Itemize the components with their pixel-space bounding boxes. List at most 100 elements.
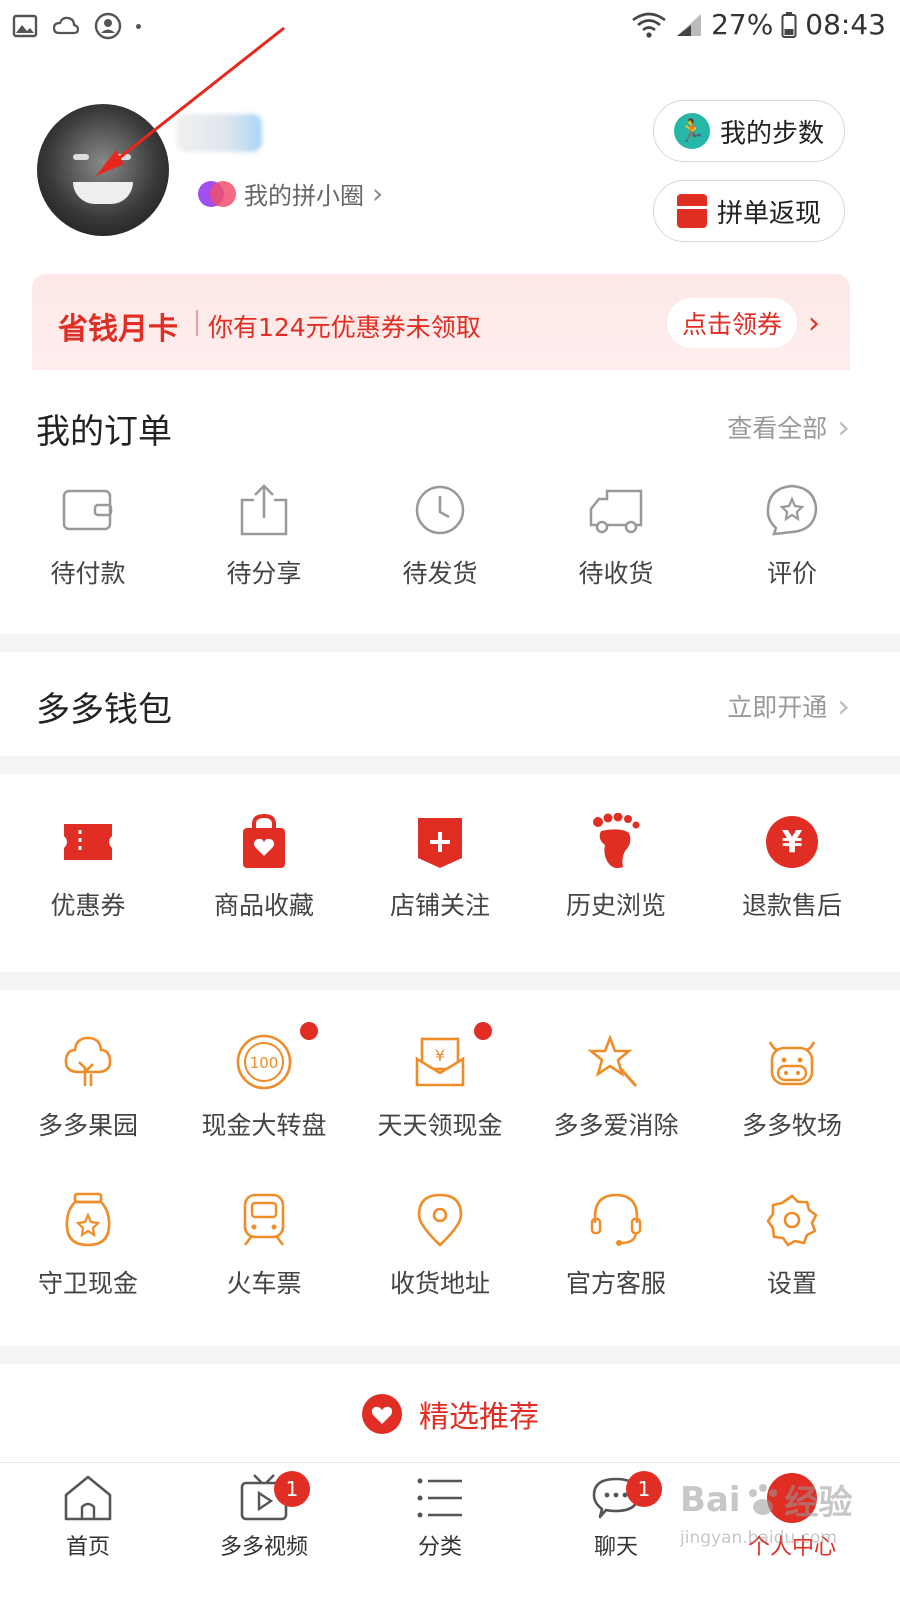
clock-icon bbox=[408, 478, 472, 542]
my-steps-label: 我的步数 bbox=[719, 118, 824, 149]
cashback-button[interactable]: 拼单返现 bbox=[653, 180, 845, 242]
gear-icon bbox=[760, 1188, 824, 1252]
avatar-eye bbox=[115, 154, 131, 160]
order-pending-payment[interactable]: 待付款 bbox=[0, 478, 176, 590]
red-envelope-icon bbox=[676, 194, 707, 228]
watermark-url: jingyan.baidu.com bbox=[680, 1528, 837, 1548]
banner-title: 省钱月卡 bbox=[58, 312, 178, 347]
daily-cash-entry[interactable]: ¥ 天天领现金 bbox=[352, 1022, 528, 1142]
cash-jar-icon bbox=[56, 1188, 120, 1252]
feature-label: 多多果园 bbox=[37, 1111, 138, 1140]
tab-home[interactable]: 首页 bbox=[18, 1473, 158, 1561]
service-label: 退款售后 bbox=[741, 891, 842, 920]
order-item-label: 待收货 bbox=[578, 559, 654, 588]
feature-label: 多多爱消除 bbox=[553, 1111, 679, 1140]
favorites-entry[interactable]: 商品收藏 bbox=[176, 810, 352, 922]
my-circle-label: 我的拼小圈 bbox=[244, 182, 364, 210]
headset-icon bbox=[584, 1188, 648, 1252]
avatar[interactable] bbox=[37, 104, 169, 236]
order-item-label: 待发货 bbox=[402, 559, 478, 588]
feature-label: 天天领现金 bbox=[377, 1111, 503, 1140]
activate-label: 立即开通 bbox=[727, 693, 828, 722]
battery-icon bbox=[781, 11, 797, 38]
heart-badge-icon bbox=[362, 1394, 402, 1434]
history-entry[interactable]: 历史浏览 bbox=[528, 810, 704, 922]
avatar-eye bbox=[73, 154, 89, 160]
guard-cash-entry[interactable]: 守卫现金 bbox=[0, 1188, 176, 1300]
gallery-icon bbox=[12, 14, 38, 38]
order-pending-share[interactable]: 待分享 bbox=[176, 478, 352, 590]
claim-coupon-button[interactable]: 点击领券 bbox=[667, 298, 797, 348]
circle-logo-icon bbox=[198, 180, 236, 207]
order-review[interactable]: 评价 bbox=[704, 478, 880, 590]
chevron-right-icon[interactable]: › bbox=[808, 306, 820, 341]
signal-icon bbox=[677, 13, 702, 36]
followed-shops-entry[interactable]: 店铺关注 bbox=[352, 810, 528, 922]
chevron-right-icon: › bbox=[372, 177, 384, 210]
baidu-watermark: Bai 经验 jingyan.baidu.com bbox=[680, 1475, 890, 1585]
coupon-ticket-icon bbox=[56, 810, 120, 874]
tab-category[interactable]: 分类 bbox=[370, 1473, 510, 1561]
username-blurred bbox=[176, 114, 262, 152]
home-icon bbox=[64, 1475, 112, 1521]
avatar-smile bbox=[73, 182, 133, 204]
orchard-entry[interactable]: 多多果园 bbox=[0, 1030, 176, 1142]
order-pending-shipment[interactable]: 待发货 bbox=[352, 478, 528, 590]
service-label: 优惠券 bbox=[50, 891, 126, 920]
shipping-address-entry[interactable]: 收货地址 bbox=[352, 1188, 528, 1300]
shop-plus-icon bbox=[408, 810, 472, 874]
star-wand-icon bbox=[584, 1030, 648, 1094]
my-steps-button[interactable]: 🏃 我的步数 bbox=[653, 100, 845, 162]
wheel-text: 100 bbox=[250, 1054, 279, 1072]
order-item-label: 评价 bbox=[766, 559, 817, 588]
tab-chat[interactable]: 1 聊天 bbox=[546, 1471, 686, 1561]
ranch-entry[interactable]: 多多牧场 bbox=[704, 1030, 880, 1142]
cash-symbol: ¥ bbox=[435, 1046, 445, 1065]
share-icon bbox=[232, 478, 296, 542]
view-all-orders-link[interactable]: 查看全部 › bbox=[727, 408, 850, 446]
tab-home-label: 首页 bbox=[65, 1535, 110, 1560]
banner-text: 你有124元优惠券未领取 bbox=[208, 313, 481, 342]
match-game-entry[interactable]: 多多爱消除 bbox=[528, 1030, 704, 1142]
divider bbox=[0, 634, 900, 652]
shopping-bag-heart-icon bbox=[232, 810, 296, 874]
cash-wheel-entry[interactable]: 100 现金大转盘 bbox=[176, 1022, 352, 1142]
divider bbox=[0, 756, 900, 774]
cash-envelope-icon: ¥ bbox=[408, 1022, 492, 1094]
truck-icon bbox=[584, 478, 648, 542]
customer-service-entry[interactable]: 官方客服 bbox=[528, 1188, 704, 1300]
watermark-brand: Bai bbox=[680, 1479, 741, 1520]
feature-label: 设置 bbox=[766, 1269, 817, 1298]
settings-entry[interactable]: 设置 bbox=[704, 1188, 880, 1300]
recommend-header: 精选推荐 bbox=[0, 1364, 900, 1464]
tree-icon bbox=[56, 1030, 120, 1094]
refund-entry[interactable]: ¥ 退款售后 bbox=[704, 810, 880, 922]
order-pending-receipt[interactable]: 待收货 bbox=[528, 478, 704, 590]
wallet-icon bbox=[56, 478, 120, 542]
review-star-icon bbox=[760, 478, 824, 542]
service-label: 历史浏览 bbox=[565, 891, 666, 920]
coupons-entry[interactable]: 优惠券 bbox=[0, 810, 176, 922]
chevron-right-icon: › bbox=[837, 408, 850, 446]
service-label: 店铺关注 bbox=[389, 891, 490, 920]
notification-dot bbox=[300, 1022, 318, 1040]
running-icon: 🏃 bbox=[673, 113, 710, 149]
my-circle-link[interactable]: 我的拼小圈 › bbox=[198, 176, 383, 211]
dot-icon bbox=[136, 23, 141, 29]
watermark-brand-2: 经验 bbox=[784, 1483, 853, 1523]
cloud-sync-icon bbox=[52, 16, 80, 35]
feature-label: 现金大转盘 bbox=[201, 1111, 327, 1140]
chevron-right-icon: › bbox=[837, 687, 850, 725]
features-row-1: 多多果园 100 现金大转盘 ¥ 天天领现金 多多爱消除 多多牧场 bbox=[0, 1022, 900, 1142]
train-ticket-entry[interactable]: 火车票 bbox=[176, 1188, 352, 1300]
location-pin-icon bbox=[408, 1188, 472, 1252]
services-row: 优惠券 商品收藏 店铺关注 历史浏览 ¥ 退款售后 bbox=[0, 810, 900, 922]
tab-video-label: 多多视频 bbox=[219, 1535, 308, 1560]
activate-wallet-link[interactable]: 立即开通 › bbox=[727, 687, 850, 725]
feature-label: 火车票 bbox=[226, 1269, 302, 1298]
tab-video[interactable]: 1 多多视频 bbox=[194, 1471, 334, 1561]
wifi-icon bbox=[632, 12, 666, 38]
notification-dot bbox=[474, 1022, 492, 1040]
wallet-title: 多多钱包 bbox=[36, 690, 172, 730]
features-row-2: 守卫现金 火车票 收货地址 官方客服 设置 bbox=[0, 1188, 900, 1300]
